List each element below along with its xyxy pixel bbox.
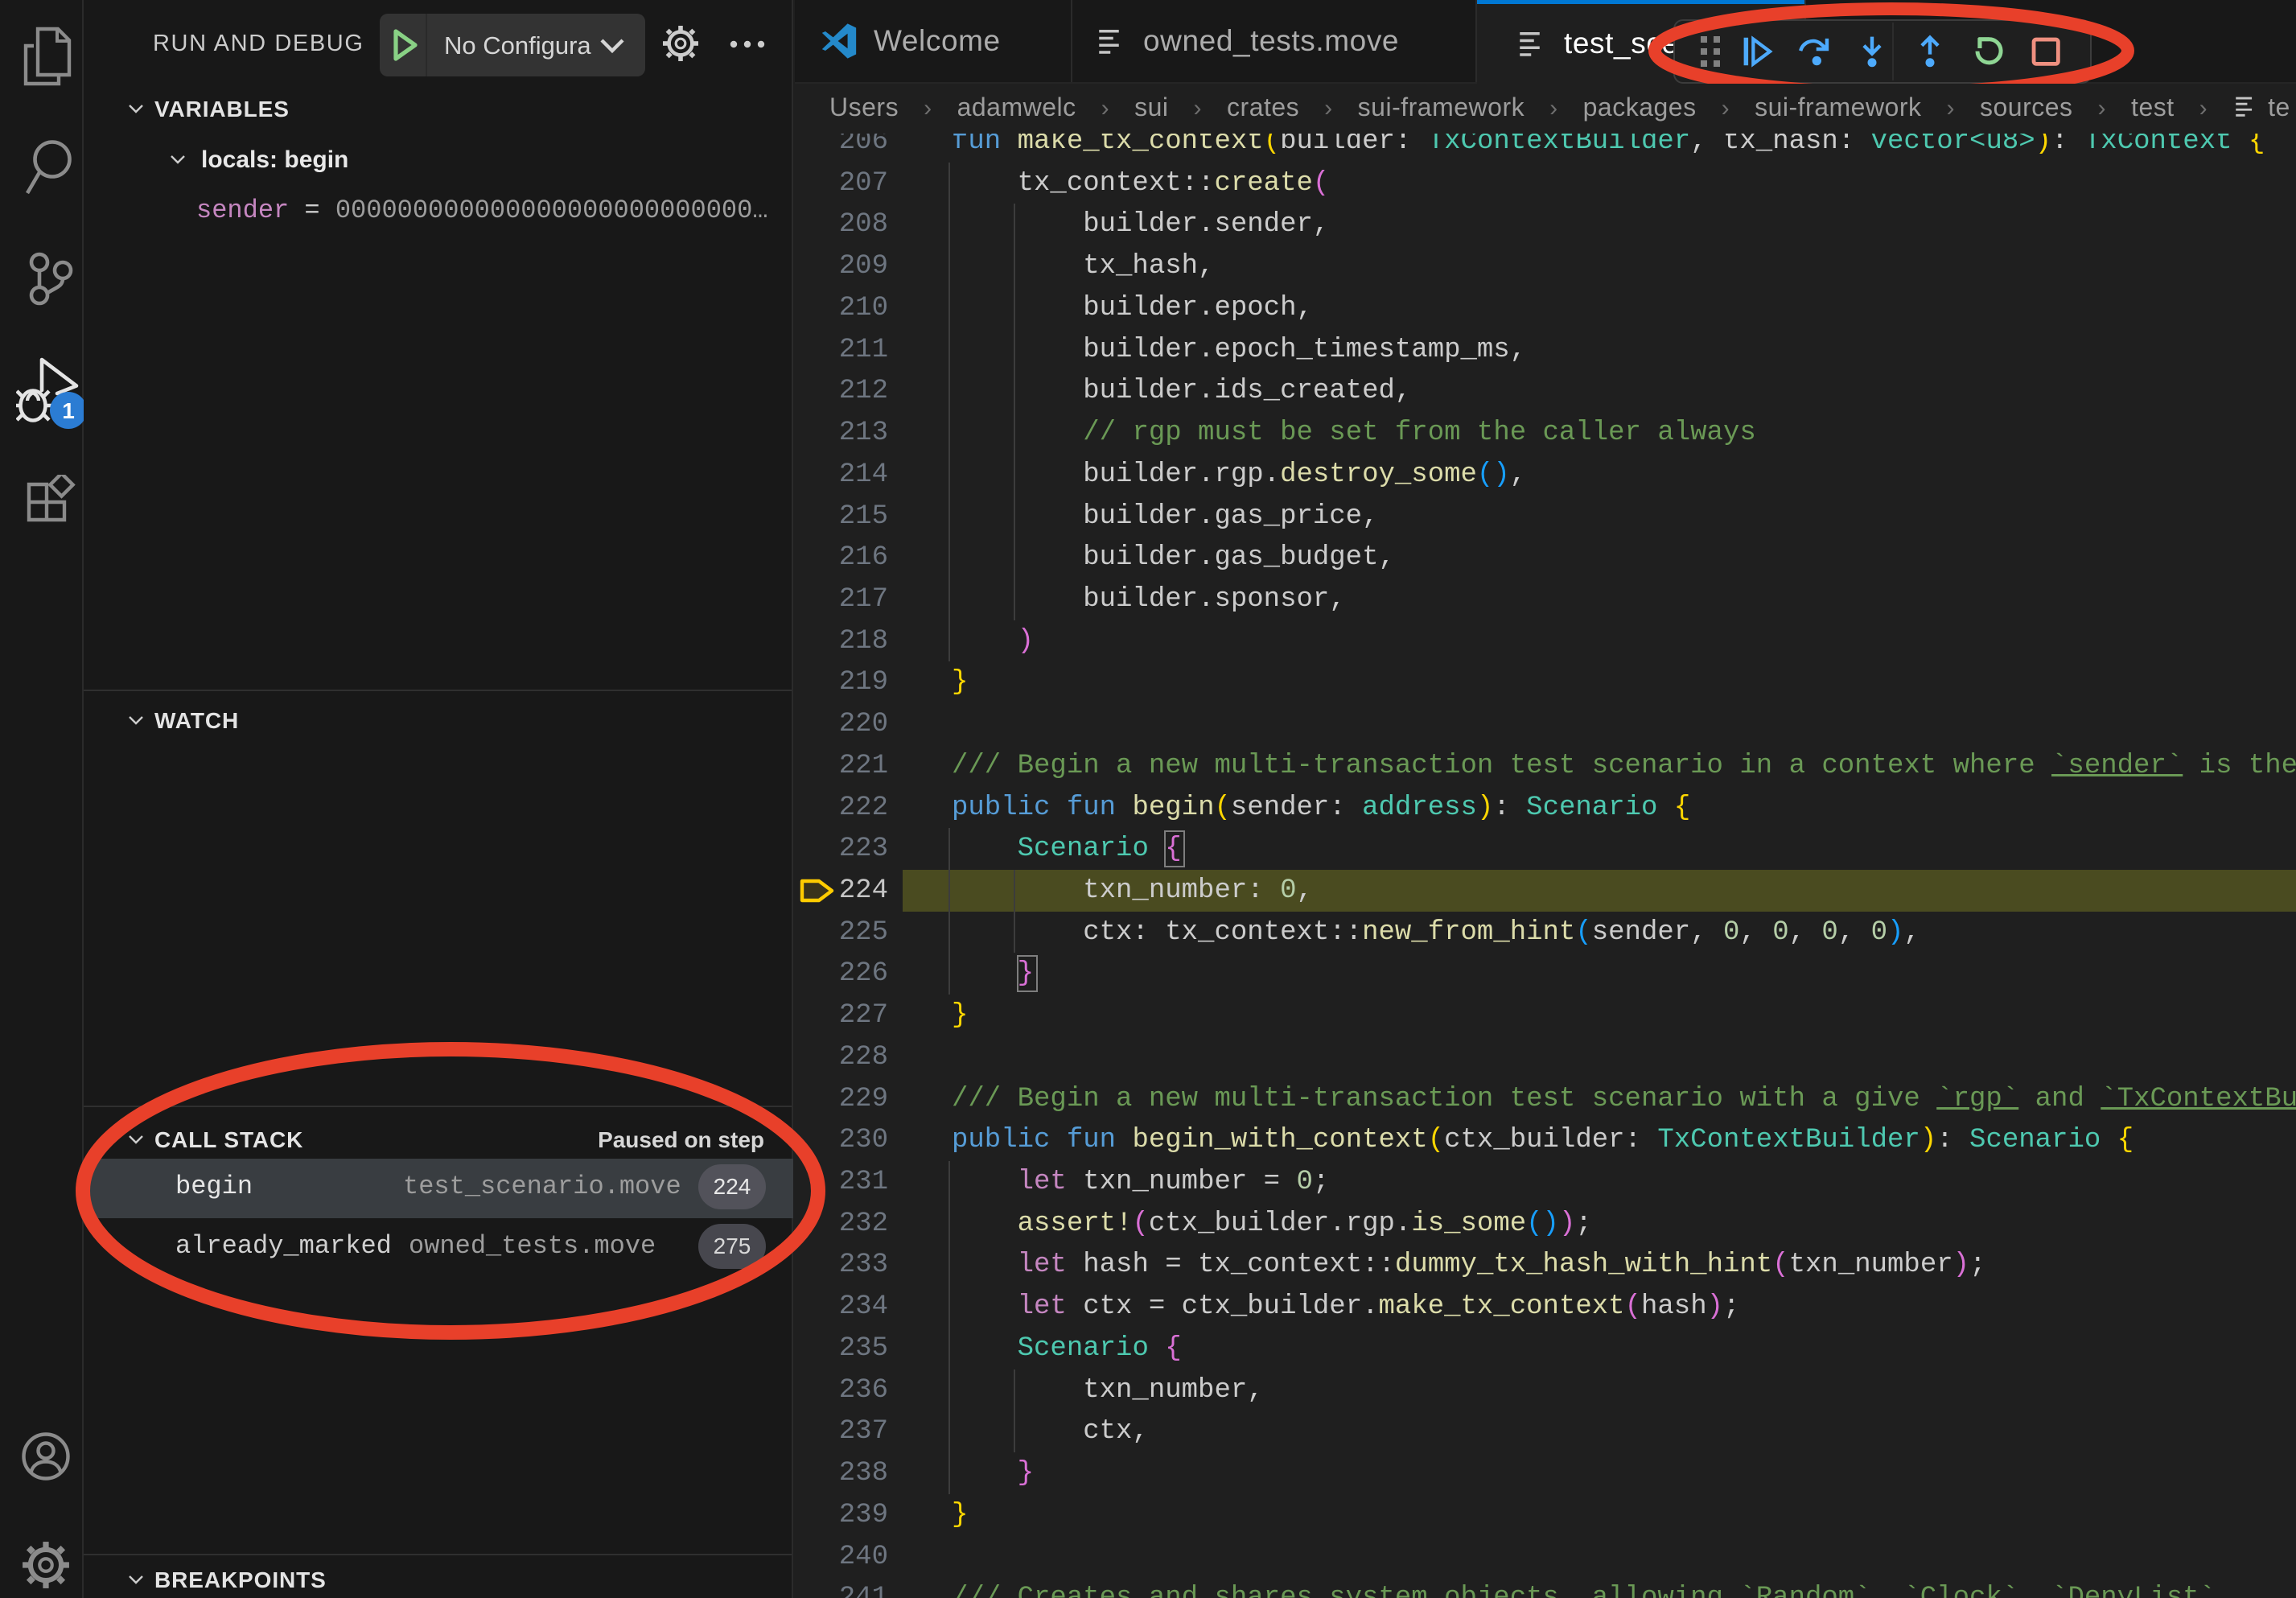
svg-text:1: 1: [62, 398, 75, 423]
